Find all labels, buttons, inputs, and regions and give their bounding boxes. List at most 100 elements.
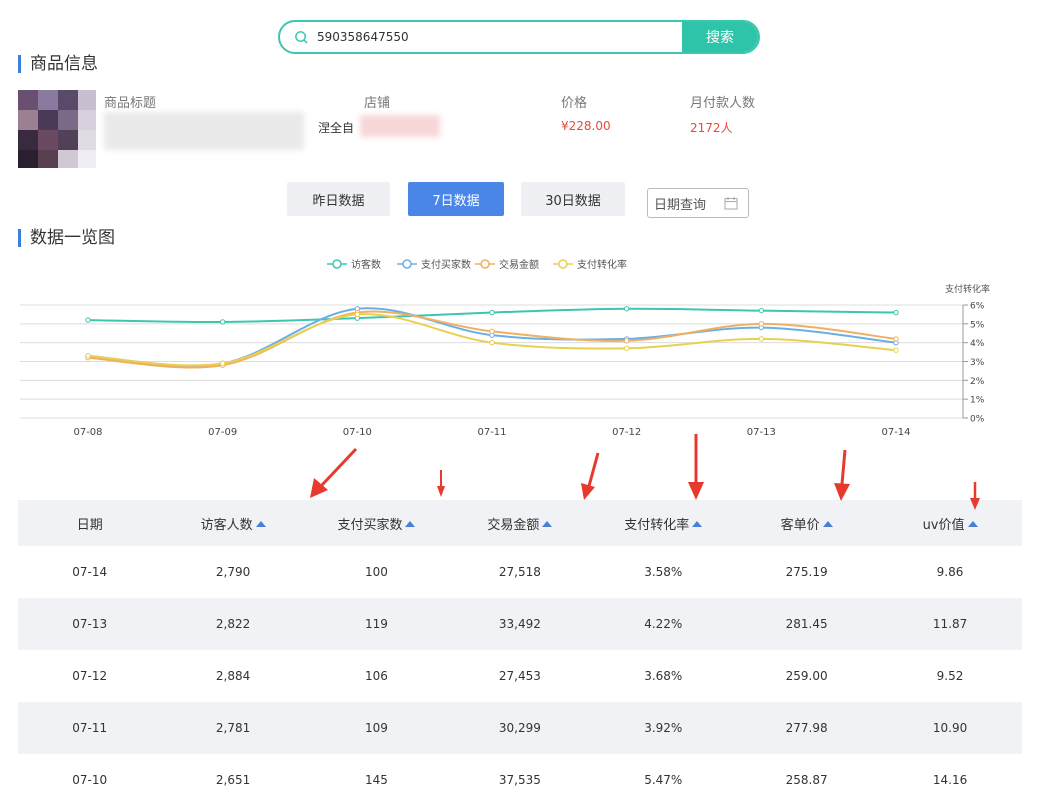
data-point	[219, 319, 226, 325]
header-monthly-buyers: 月付款人数	[690, 96, 756, 111]
column-header-label: 交易金额	[487, 517, 540, 533]
x-tick-label: 07-11	[477, 427, 506, 438]
data-point	[85, 353, 91, 359]
search-icon	[295, 30, 308, 44]
right-tick-label: 2%	[970, 377, 985, 387]
legend-marker	[480, 259, 490, 269]
data-point	[758, 307, 765, 314]
table-cell: 2,822	[215, 617, 251, 631]
data-point	[489, 309, 495, 316]
sort-ascending-icon[interactable]	[255, 520, 266, 527]
legend-label: 交易金额	[499, 258, 539, 271]
table-cell: 07-10	[72, 773, 108, 787]
chart-section-title: 数据一览图	[18, 229, 115, 247]
column-header: 日期	[18, 514, 161, 533]
column-header-label: 日期	[76, 517, 103, 533]
shop-name[interactable]: 涅全自	[318, 119, 354, 136]
column-header[interactable]: 客单价	[735, 514, 878, 533]
date-query-label: 日期查询	[654, 197, 707, 213]
thirty-day-data-button[interactable]: 30日数据	[521, 182, 625, 216]
sort-ascending-icon[interactable]	[405, 520, 416, 527]
sort-ascending-icon[interactable]	[692, 520, 703, 527]
arrow-visitors	[310, 447, 358, 498]
monthly-buyers-value: 2172人	[690, 121, 733, 135]
column-header[interactable]: 访客人数	[161, 514, 304, 533]
table-cell: 2,781	[215, 721, 251, 735]
data-point	[489, 339, 495, 346]
legend-marker	[332, 259, 342, 269]
x-tick-label: 07-08	[73, 427, 102, 438]
data-point	[623, 338, 630, 344]
table-cell: 106	[365, 669, 388, 683]
table-cell: 11.87	[932, 617, 968, 631]
data-point	[893, 336, 899, 342]
redacted-shop-name	[360, 115, 440, 137]
column-header[interactable]: 支付买家数	[305, 514, 448, 533]
search-field[interactable]	[280, 22, 682, 52]
right-tick-label: 4%	[970, 339, 985, 349]
x-tick-label: 07-12	[612, 427, 641, 438]
table-cell: 33,492	[498, 617, 541, 631]
seven-day-data-button[interactable]: 7日数据	[408, 182, 504, 216]
table-cell: 27,453	[498, 669, 541, 683]
header-shop: 店铺	[364, 96, 391, 111]
table-cell: 3.58%	[644, 565, 683, 579]
search-bar: 搜索	[278, 20, 760, 54]
table-row: 07-11 2,781 109 30,299 3.92% 277.98 10.90	[18, 702, 1022, 754]
right-tick-label: 3%	[970, 358, 985, 368]
table-cell: 9.86	[936, 565, 964, 579]
table-cell: 3.68%	[644, 669, 683, 683]
table-cell: 5.47%	[644, 773, 683, 787]
arrow-amount	[581, 452, 600, 500]
arrow-buyers	[437, 470, 445, 497]
column-header-label: 客单价	[780, 517, 820, 533]
column-header[interactable]: 支付转化率	[592, 514, 735, 533]
table-cell: 37,535	[498, 773, 541, 787]
overview-line-chart: 访客数 支付买家数 交易金额 支付转化率支付转化率6%5%4%3%2%1%0%07-0…	[20, 258, 990, 438]
arrow-unit-price	[834, 449, 850, 501]
data-point	[758, 321, 765, 327]
table-row: 07-12 2,884 106 27,453 3.68% 259.00 9.52	[18, 650, 1022, 702]
sort-ascending-icon[interactable]	[542, 520, 553, 527]
column-header-label: 支付买家数	[337, 517, 403, 533]
legend-label: 支付转化率	[577, 258, 627, 271]
sort-ascending-icon[interactable]	[822, 520, 833, 527]
table-cell: 281.45	[785, 617, 828, 631]
product-section-title: 商品信息	[18, 55, 98, 73]
right-tick-label: 0%	[970, 415, 985, 425]
product-thumbnail[interactable]	[18, 90, 96, 168]
column-header[interactable]: uv价值	[878, 514, 1021, 533]
table-cell: 109	[365, 721, 388, 735]
redacted-product-title	[104, 112, 304, 150]
table-cell: 07-14	[72, 565, 108, 579]
data-table: 日期 访客人数 支付买家数 交易金额 支付转化率 客单价 uv价值 07-14 2,790 100…	[18, 500, 1022, 806]
right-tick-label: 1%	[970, 396, 985, 406]
search-button[interactable]: 搜索	[682, 22, 758, 52]
date-query-picker[interactable]: 日期查询	[647, 188, 749, 218]
table-cell: 27,518	[498, 565, 541, 579]
search-input[interactable]	[315, 29, 679, 45]
data-point	[623, 306, 630, 312]
sort-ascending-icon[interactable]	[967, 520, 978, 527]
legend-marker	[402, 259, 412, 269]
yesterday-data-button[interactable]: 昨日数据	[287, 182, 390, 216]
x-tick-label: 07-13	[747, 427, 776, 438]
table-header-row: 日期 访客人数 支付买家数 交易金额 支付转化率 客单价 uv价值	[18, 500, 1022, 546]
table-cell: 2,790	[215, 565, 251, 579]
data-point	[893, 309, 899, 316]
legend-marker	[558, 259, 568, 269]
column-header[interactable]: 交易金额	[448, 514, 591, 533]
table-row: 07-13 2,822 119 33,492 4.22% 281.45 11.87	[18, 598, 1022, 650]
column-header-label: 支付转化率	[624, 517, 690, 533]
header-product-title: 商品标题	[104, 96, 157, 111]
column-header-label: uv价值	[922, 517, 965, 533]
table-cell: 258.87	[785, 773, 828, 787]
data-point	[758, 336, 765, 342]
table-cell: 259.00	[785, 669, 828, 683]
data-point	[219, 360, 226, 367]
right-axis-label: 支付转化率	[945, 283, 990, 295]
data-point	[623, 345, 630, 352]
table-cell: 2,884	[215, 669, 251, 683]
product-price: ¥228.00	[561, 119, 611, 133]
table-cell: 30,299	[498, 721, 541, 735]
